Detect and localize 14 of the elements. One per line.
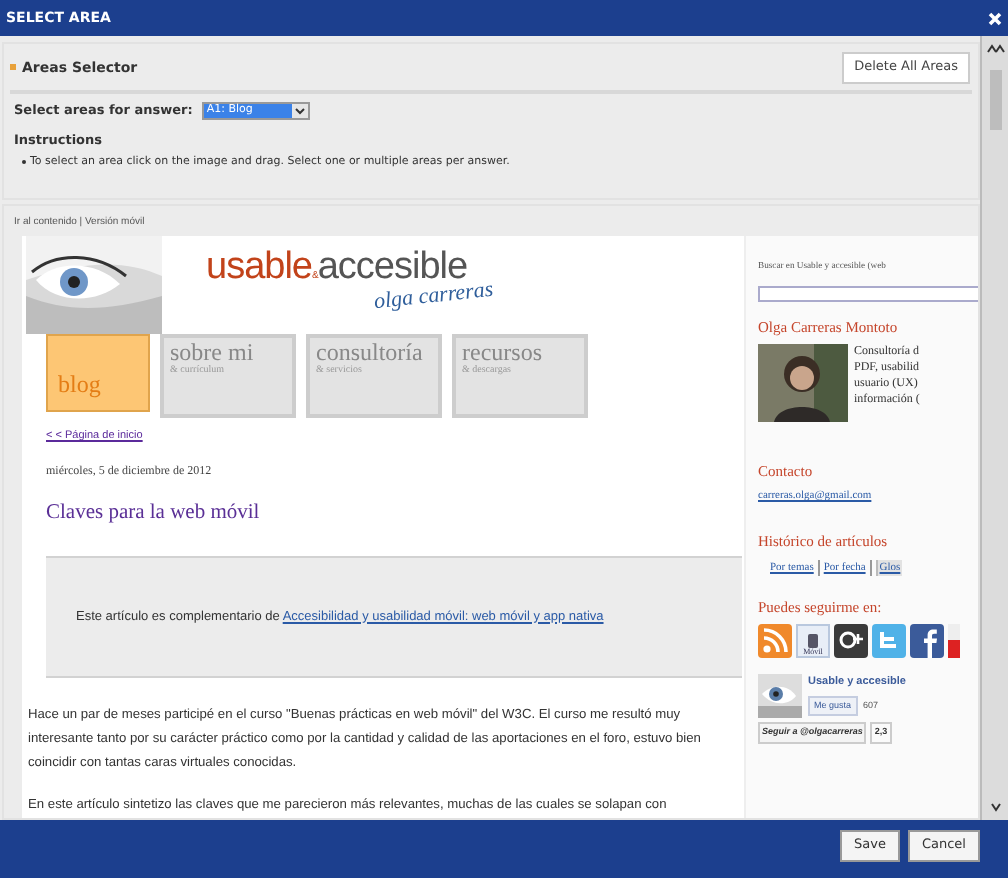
google-plus-icon[interactable] bbox=[834, 624, 868, 659]
rss-icon[interactable] bbox=[758, 624, 792, 659]
phone-icon bbox=[808, 634, 818, 649]
facebook-icon[interactable] bbox=[910, 624, 944, 659]
scroll-up-icon[interactable] bbox=[985, 44, 1005, 54]
post-title: Claves para la web móvil bbox=[46, 500, 262, 529]
dropdown-caret-icon bbox=[292, 104, 309, 119]
close-icon[interactable] bbox=[988, 11, 1002, 25]
scrollbar[interactable] bbox=[980, 36, 1008, 820]
bullet-icon bbox=[10, 64, 16, 71]
scroll-down-icon[interactable] bbox=[989, 802, 1001, 812]
scroll-thumb[interactable] bbox=[989, 70, 1001, 130]
logo-signature: olga carreras bbox=[373, 279, 495, 315]
search-field[interactable] bbox=[758, 285, 978, 302]
